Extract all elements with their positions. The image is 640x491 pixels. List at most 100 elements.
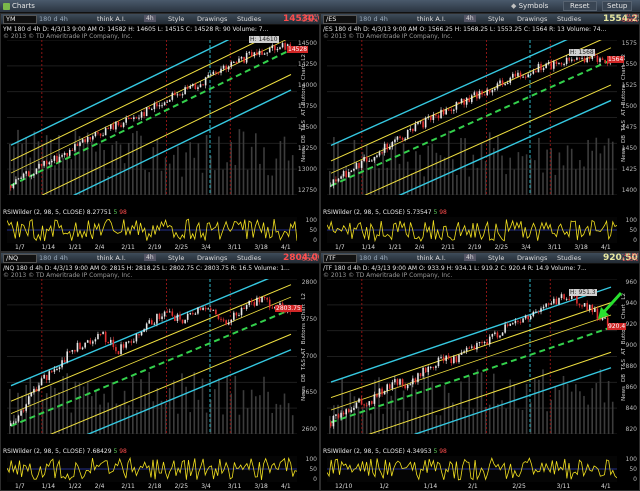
volume-bar [349,172,352,195]
candle-body [135,117,138,119]
chart-panel-tf[interactable]: /TF 180 d 4h think A.I. 4h Style Drawings Stud… [320,252,640,491]
style-menu-button[interactable]: Style [488,15,504,23]
volume-bar [370,413,372,434]
volume-bar [95,389,97,434]
price-chart[interactable] [7,279,297,434]
candle-body [437,357,440,367]
volume-bar [21,143,23,195]
candle-body [140,112,143,118]
volume-bar [82,139,85,195]
candle-body [71,350,74,352]
price-chart[interactable] [7,40,297,195]
rsi-chart[interactable] [327,217,617,243]
drawings-menu-button[interactable]: Drawings [197,254,227,262]
volume-bar [579,160,581,195]
style-menu-button[interactable]: Style [168,15,184,23]
candle-body [179,94,181,96]
volume-bar [558,390,561,434]
style-menu-button[interactable]: Style [168,254,184,262]
symbol-input[interactable]: /ES [323,15,357,24]
candle-body [506,82,509,85]
channel-inner-upper [330,314,612,411]
think-ai-button[interactable]: think A.I. [97,254,126,262]
chart-toolbar: YM 180 d 4h think A.I. 4h Style Drawings Studi… [1,14,319,25]
price-chart[interactable] [327,279,617,434]
channel-outer-upper [330,286,612,383]
volume-bar [423,176,425,195]
candle-body [171,92,174,100]
volume-bar [411,379,413,434]
time-axis-tick: 4/1 [281,483,291,490]
time-axis-tick: 2/19 [148,244,162,251]
rsi-upper: 98 [119,448,127,455]
drawings-menu-button[interactable]: Drawings [517,254,547,262]
candle-body [192,84,194,86]
chart-panel-nq[interactable]: /NQ 180 d 4h think A.I. 4h Style Drawings Stud… [0,252,320,491]
aggregation-button[interactable]: 4h [144,254,156,261]
think-ai-button[interactable]: think A.I. [97,15,126,23]
volume-bar [513,169,516,195]
symbols-button[interactable]: Symbols [511,2,549,10]
candle-body [207,308,209,310]
aggregation-label: 180 d 4h [39,15,68,23]
think-ai-button[interactable]: think A.I. [417,15,446,23]
candle-body [68,351,71,353]
candle-body [342,412,345,415]
reset-button[interactable]: Reset [563,1,597,11]
think-ai-button[interactable]: think A.I. [417,254,446,262]
rsi-axis: 100 50 0 [613,217,637,244]
price-axis-tick: 12750 [297,187,317,194]
rsi-chart[interactable] [7,456,297,482]
candle-body [48,162,51,165]
volume-bar [538,379,540,434]
candle-body [581,305,583,307]
volume-bar [115,141,118,195]
chart-panel-ym[interactable]: YM 180 d 4h think A.I. 4h Style Drawings Studi… [0,13,320,252]
candle-body [27,171,30,177]
rsi-chart[interactable] [327,456,617,482]
volume-bar [222,169,224,195]
chart-panel-es[interactable]: /ES 180 d 4h think A.I. 4h Style Drawings Stud… [320,13,640,252]
candle-body [499,335,501,338]
symbol-input[interactable]: /NQ [3,254,37,263]
candle-body [550,303,553,305]
studies-menu-button[interactable]: Studies [557,254,581,262]
studies-menu-button[interactable]: Studies [237,15,261,23]
channel-lower [368,351,612,434]
rsi-chart[interactable] [7,217,297,243]
candle-body [68,150,71,156]
style-menu-button[interactable]: Style [488,254,504,262]
symbol-input[interactable]: YM [3,15,37,24]
price-axis-tick: 920 [625,321,637,328]
drawings-menu-button[interactable]: Drawings [517,15,547,23]
time-axis-tick: 2/25 [494,244,509,251]
volume-bar [497,136,499,195]
candle-body [378,152,381,156]
drawings-menu-button[interactable]: Drawings [197,15,227,23]
candle-body [56,155,58,162]
volume-bar [480,372,483,434]
price-chart[interactable] [327,40,617,195]
rsi-axis-tick: 0 [633,237,637,244]
candle-body [460,98,463,103]
volume-bar [82,386,85,434]
candle-body [227,66,230,70]
candle-body [491,334,494,337]
setup-button[interactable]: Setup [602,1,633,11]
candle-body [401,379,404,386]
aggregation-button[interactable]: 4h [464,15,476,22]
volume-bar [427,372,429,434]
price-axis-tick: 13250 [297,145,317,152]
candle-body [235,312,238,316]
symbol-input[interactable]: /TF [323,254,357,263]
aggregation-button[interactable]: 4h [464,254,476,261]
studies-menu-button[interactable]: Studies [557,15,581,23]
candle-body [61,155,63,157]
candle-body [261,297,263,303]
rsi-upper: 98 [439,209,447,216]
price-axis-tick: 13750 [297,103,317,110]
candle-body [209,308,212,310]
studies-menu-button[interactable]: Studies [237,254,261,262]
candle-body [358,163,360,168]
aggregation-button[interactable]: 4h [144,15,156,22]
